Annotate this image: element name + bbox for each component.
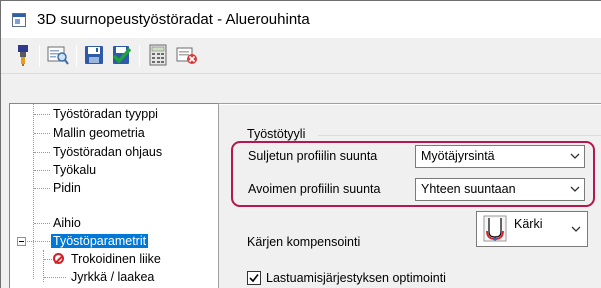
group-divider	[318, 135, 601, 136]
toolbar-separator	[139, 45, 140, 67]
toolbar-separator	[39, 45, 40, 67]
tree-item-stock[interactable]: Aihio	[53, 214, 81, 232]
tree-item-steep-shallow[interactable]: Jyrkkä / laakea	[71, 268, 154, 286]
open-profile-direction-select[interactable]: Yhteen suuntaan	[415, 178, 585, 201]
tree-connector	[44, 259, 52, 260]
tree-connector	[34, 223, 50, 224]
toolbar	[1, 38, 601, 74]
group-title: Työstötyyli	[247, 127, 306, 141]
panel-edge	[219, 104, 601, 105]
closed-profile-value: Myötäjyrsintä	[421, 149, 495, 163]
tree-item-trochoidal-motion[interactable]: Trokoidinen liike	[71, 250, 161, 268]
save-icon[interactable]	[83, 44, 105, 66]
calculator-icon[interactable]	[147, 44, 169, 66]
closed-profile-label: Suljetun profiilin suunta	[248, 149, 378, 163]
preview-icon[interactable]	[47, 44, 69, 66]
tip-compensation-select[interactable]: Kärki	[476, 211, 588, 247]
tool-icon[interactable]	[12, 44, 34, 66]
tree-item-holder[interactable]: Pidin	[53, 179, 81, 197]
optimize-order-checkbox[interactable]	[247, 271, 261, 285]
tree-line	[33, 104, 34, 279]
toolbar-separator	[76, 45, 77, 67]
tree-connector	[27, 241, 50, 242]
tree-item-tool[interactable]: Työkalu	[53, 161, 96, 179]
tree-connector	[34, 114, 50, 115]
chevron-down-icon	[571, 226, 581, 232]
tree-connector	[34, 170, 50, 171]
chevron-down-icon	[570, 186, 580, 192]
title-bar: 3D suurnopeustyöstöradat - Aluerouhinta	[1, 1, 601, 38]
tree-connector	[34, 133, 50, 134]
tree-item-machining-parameters[interactable]: Työstöparametrit	[51, 232, 149, 250]
tip-compensation-value: Kärki	[514, 217, 543, 231]
tree-connector	[44, 277, 66, 278]
save-accept-icon[interactable]	[110, 44, 132, 66]
optimize-order-label: Lastuamisjärjestyksen optimointi	[266, 271, 446, 285]
checkmark-icon	[249, 274, 259, 283]
settings-tree: Työstöradan tyyppi Mallin geometria Työs…	[9, 103, 219, 288]
tip-compensation-label: Kärjen kompensointi	[247, 235, 361, 249]
collapse-icon[interactable]	[17, 237, 26, 246]
tree-item-tool-path-type[interactable]: Työstöradan tyyppi	[53, 105, 158, 123]
delete-icon[interactable]	[176, 44, 198, 66]
closed-profile-direction-select[interactable]: Myötäjyrsintä	[415, 145, 585, 168]
tree-item-model-geometry[interactable]: Mallin geometria	[53, 124, 145, 142]
window-title: 3D suurnopeustyöstöradat - Aluerouhinta	[37, 11, 310, 28]
chevron-down-icon	[570, 153, 580, 159]
open-profile-label: Avoimen profiilin suunta	[248, 182, 381, 196]
tree-item-tool-path-control[interactable]: Työstöradan ohjaus	[53, 143, 162, 161]
tree-connector	[34, 152, 50, 153]
tree-connector	[34, 188, 50, 189]
open-profile-value: Yhteen suuntaan	[421, 182, 516, 196]
prohibited-icon	[53, 253, 64, 264]
tree-item-label-selected: Työstöparametrit	[51, 234, 149, 248]
app-window-icon	[12, 13, 26, 27]
tool-tip-icon	[483, 215, 507, 242]
